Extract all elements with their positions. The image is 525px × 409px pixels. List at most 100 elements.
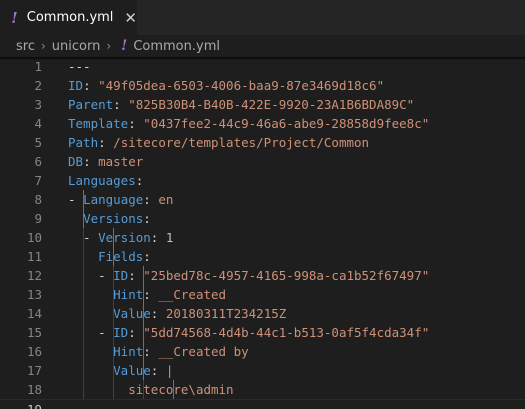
breadcrumb-file[interactable]: Common.yml — [133, 39, 220, 54]
code-token: Path — [68, 135, 99, 150]
breadcrumb: src › unicorn › ! Common.yml — [0, 35, 525, 57]
code-token: ID — [68, 78, 84, 93]
indent-guide — [143, 342, 144, 361]
line-content: - ID: "25bed78c-4957-4165-998a-ca1b52f67… — [42, 266, 525, 285]
code-line[interactable]: 7 Languages: — [0, 171, 525, 190]
tab-common-yml[interactable]: ! Common.yml ✕ — [0, 0, 137, 35]
line-number: 8 — [34, 192, 42, 207]
line-number: 11 — [26, 249, 42, 264]
line-content: Value: | — [42, 361, 525, 380]
breadcrumb-unicorn[interactable]: unicorn — [52, 39, 101, 54]
code-token: "825B30B4-B40B-422E-9920-23A1B6BDA89C" — [128, 97, 415, 112]
line-content: Path: /sitecore/templates/Project/Common — [42, 133, 525, 152]
indent-guide — [143, 323, 144, 342]
code-line[interactable]: 18 sitecore\admin — [0, 380, 525, 399]
code-token: : — [83, 154, 99, 169]
close-icon[interactable]: ✕ — [124, 9, 137, 27]
code-token: - — [68, 268, 114, 283]
code-line[interactable]: 10 - Version: 1 — [0, 228, 525, 247]
line-content: - ID: "5dd74568-4d4b-44c1-b513-0af5f4cda… — [42, 323, 525, 342]
indent-guide — [143, 285, 144, 304]
indent-guide — [83, 190, 84, 209]
breadcrumb-src[interactable]: src — [16, 39, 35, 54]
tab-bar: ! Common.yml ✕ — [0, 0, 525, 35]
line-number: 9 — [34, 211, 42, 226]
code-token: : — [128, 116, 144, 131]
code-token: "5dd74568-4d4b-44c1-b513-0af5f4cda34f" — [143, 325, 430, 340]
code-token: ID — [113, 325, 129, 340]
code-line[interactable]: 5 Path: /sitecore/templates/Project/Commo… — [0, 133, 525, 152]
indent-guide — [113, 304, 114, 323]
line-content: ID: "49f05dea-6503-4006-baa9-87e3469d18c… — [42, 76, 525, 95]
code-line[interactable]: 13 Hint: __Created — [0, 285, 525, 304]
yaml-icon: ! — [11, 8, 18, 27]
indent-guide — [143, 361, 144, 380]
line-content: Hint: __Created by — [42, 342, 525, 361]
code-line[interactable]: 15 - ID: "5dd74568-4d4b-44c1-b513-0af5f4… — [0, 323, 525, 342]
code-line[interactable]: 17 Value: | — [0, 361, 525, 380]
code-line[interactable]: 16 Hint: __Created by — [0, 342, 525, 361]
code-token: 20180311T234215Z — [165, 306, 287, 321]
code-token: en — [158, 192, 174, 207]
line-number: 17 — [26, 363, 42, 378]
code-token: Fields — [98, 249, 144, 264]
code-token: ID — [113, 268, 129, 283]
code-token: Languages — [68, 173, 136, 188]
code-line[interactable]: 4 Template: "0437fee2-44c9-46a6-abe9-2885… — [0, 114, 525, 133]
code-line[interactable]: 3 Parent: "825B30B4-B40B-422E-9920-23A1B6… — [0, 95, 525, 114]
line-number: 1 — [34, 59, 42, 74]
code-token: __Created by — [158, 344, 249, 359]
code-token: : — [143, 192, 159, 207]
line-content: sitecore\admin — [42, 380, 525, 399]
indent-guide — [143, 380, 144, 399]
code-line[interactable]: 1 --- — [0, 57, 525, 76]
code-line[interactable]: 2 ID: "49f05dea-6503-4006-baa9-87e3469d18… — [0, 76, 525, 95]
code-line[interactable]: 12 - ID: "25bed78c-4957-4165-998a-ca1b52… — [0, 266, 525, 285]
code-line[interactable]: 8- Language: en — [0, 190, 525, 209]
line-number: 10 — [26, 230, 42, 245]
line-content: Parent: "825B30B4-B40B-422E-9920-23A1B6B… — [42, 95, 525, 114]
line-number: 18 — [26, 382, 42, 397]
indent-guide — [173, 380, 174, 399]
code-token: "49f05dea-6503-4006-baa9-87e3469d18c6" — [98, 78, 385, 93]
code-token: "25bed78c-4957-4165-998a-ca1b52f67497" — [143, 268, 430, 283]
code-editor[interactable]: 1 --- 2 ID: "49f05dea-6503-4006-baa9-87e346… — [0, 57, 525, 409]
line-content: --- — [42, 57, 525, 76]
code-token: Template — [68, 116, 129, 131]
line-content: DB: master — [42, 152, 525, 171]
line-content: Languages: — [42, 171, 525, 190]
code-line[interactable]: 19 — [0, 399, 525, 409]
indent-guide — [113, 361, 114, 380]
indent-guide — [113, 323, 114, 342]
line-number: 16 — [26, 344, 42, 359]
code-token: : — [135, 173, 144, 188]
code-token: __Created — [158, 287, 227, 302]
code-token: Value — [113, 306, 151, 321]
line-number: 3 — [34, 97, 42, 112]
indent-guide — [113, 228, 114, 247]
line-number: 7 — [34, 173, 42, 188]
code-line[interactable]: 14 Value: 20180311T234215Z — [0, 304, 525, 323]
indent-guide — [113, 380, 114, 399]
chevron-right-icon: › — [106, 39, 112, 53]
code-line[interactable]: 9 Versions: — [0, 209, 525, 228]
indent-guide — [83, 228, 84, 247]
code-token: --- — [68, 59, 91, 74]
code-token: : — [150, 363, 166, 378]
indent-guide — [113, 266, 114, 285]
code-token: : — [113, 97, 129, 112]
code-token: - — [68, 192, 84, 207]
code-token: : — [150, 306, 166, 321]
indent-guide — [113, 247, 114, 266]
line-number: 4 — [34, 116, 42, 131]
indent-guide — [83, 361, 84, 380]
line-content: Versions: — [42, 209, 525, 228]
code-line[interactable]: 11 Fields: — [0, 247, 525, 266]
line-number: 6 — [34, 154, 42, 169]
code-line[interactable]: 6 DB: master — [0, 152, 525, 171]
line-number: 2 — [34, 78, 42, 93]
